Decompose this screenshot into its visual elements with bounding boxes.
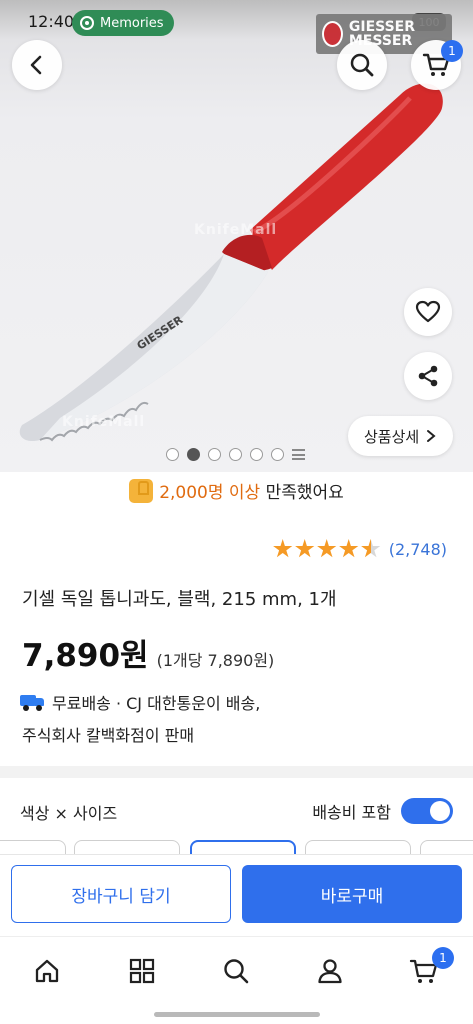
nav-search[interactable] [216,951,256,991]
buy-now-button[interactable]: 바로구매 [242,865,462,923]
chevron-right-icon [427,430,436,442]
carousel-dot[interactable] [271,448,284,461]
star-icon [295,539,315,558]
option-thumbnail[interactable] [420,840,473,854]
delivery-truck-icon [20,693,46,711]
thumbs-up-icon [129,479,154,503]
status-time: 12:40 [28,12,75,31]
product-image-carousel[interactable]: GIESSER 12:40 Memories 100 GIESSER MESSE… [0,0,473,472]
add-to-cart-button[interactable]: 장바구니 담기 [11,865,231,923]
share-icon [418,365,438,387]
seller-info: 주식회사 칼백화점이 판매 [22,726,195,745]
watermark-text: KnifeMall [194,222,278,238]
product-title: 기셀 독일 톱니과도, 블랙, 215 mm, 1개 [22,589,337,610]
gesture-bar [154,1012,320,1017]
carousel-dot[interactable] [229,448,242,461]
nav-category[interactable] [122,951,162,991]
nav-home[interactable] [27,951,67,991]
carousel-dot[interactable] [208,448,221,461]
profile-icon [318,959,342,984]
shipping-text: 무료배송 · CJ 대한통운이 배송, [52,694,261,713]
memories-pill[interactable]: Memories [72,10,174,36]
option-thumbnail[interactable] [74,840,180,854]
carousel-indicator[interactable] [166,448,305,461]
rating-summary[interactable]: (2,748) [273,539,447,559]
star-icon [273,539,293,558]
sold-count-banner: 2,000명 이상 만족했어요 [0,478,473,503]
nav-cart-badge: 1 [432,947,454,969]
chevron-left-icon [30,55,42,75]
sold-count-highlight: 2,000명 이상 [159,483,261,503]
shipping-included-toggle-row[interactable]: 배송비 포함 [312,798,453,824]
product-detail-button[interactable]: 상품상세 [348,416,454,456]
option-thumbnails[interactable] [0,840,473,854]
brand-seal-icon [322,21,343,47]
carousel-dot-active[interactable] [187,448,200,461]
heart-icon [415,300,441,323]
cart-count-badge: 1 [441,40,463,62]
product-price: 7,890원 [22,638,149,674]
search-icon [350,53,374,77]
home-icon [35,959,59,983]
wishlist-button[interactable] [404,288,452,336]
search-button[interactable] [337,40,387,90]
bottom-navigation: 1 [0,936,473,1004]
star-half-icon [361,539,381,558]
option-thumbnail[interactable] [0,840,66,854]
watermark-text: KnifeMall [62,414,146,430]
purchase-action-bar: 장바구니 담기 바로구매 [0,854,473,934]
section-divider [0,766,473,778]
product-detail-label: 상품상세 [364,427,420,446]
sold-count-text: 만족했어요 [260,483,344,503]
memories-icon [80,16,94,30]
option-label[interactable]: 색상 × 사이즈 [20,800,117,824]
memories-label: Memories [100,15,164,31]
nav-my-account[interactable] [310,951,350,991]
shipping-included-label: 배송비 포함 [312,803,391,822]
carousel-dot[interactable] [166,448,179,461]
search-icon [224,959,249,984]
back-button[interactable] [12,40,62,90]
option-thumbnail[interactable] [305,840,411,854]
star-icon [339,539,359,558]
option-thumbnail-selected[interactable] [190,840,296,854]
share-button[interactable] [404,352,452,400]
shipping-info: 무료배송 · CJ 대한통운이 배송, [20,690,260,714]
price-row: 7,890원 (1개당 7,890원) [22,630,274,675]
category-icon [129,958,155,984]
carousel-dot[interactable] [250,448,263,461]
rating-count[interactable]: (2,748) [389,540,447,559]
shipping-included-toggle[interactable] [401,798,453,824]
unit-price: (1개당 7,890원) [156,651,275,670]
star-icon [317,539,337,558]
carousel-list-icon[interactable] [292,448,305,461]
